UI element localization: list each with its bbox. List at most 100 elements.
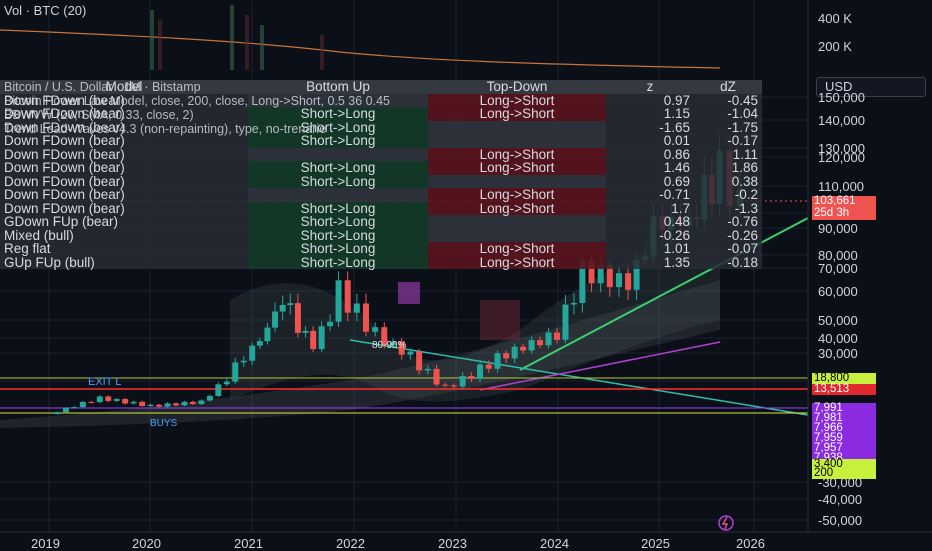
candle-body — [511, 346, 518, 359]
candle-body — [485, 364, 492, 369]
candle-body — [294, 303, 301, 333]
year-tick-label: 2026 — [736, 536, 765, 551]
row-bottom-up: Short->Long — [248, 134, 428, 148]
row-bottom-up: Short->Long — [248, 242, 428, 256]
candle-body — [344, 280, 351, 313]
candle-body — [181, 401, 188, 406]
year-tick-label: 2024 — [540, 536, 569, 551]
candle-body — [335, 280, 342, 322]
row-model: Down FDown (bear) — [0, 188, 248, 202]
row-top-down: Long->Short — [428, 161, 606, 175]
candle-body — [433, 368, 440, 385]
candle-body — [88, 401, 95, 403]
table-row: Down FDown (bear) Short->Long 0.69 0.38 — [0, 174, 762, 188]
row-dz: -0.76 — [694, 215, 762, 229]
candle-body — [156, 404, 163, 407]
candle-body — [537, 340, 544, 346]
row-model: GDown FUp (bear) — [0, 215, 248, 229]
candle-body — [105, 396, 112, 401]
candle-body — [310, 330, 317, 350]
candle-body — [96, 396, 103, 403]
price-tick-label: 70,000 — [818, 261, 858, 276]
candle-body — [416, 351, 423, 371]
row-top-down — [428, 174, 606, 188]
year-tick-label: 2020 — [132, 536, 161, 551]
candle-body — [139, 401, 146, 406]
candle-body — [528, 340, 535, 351]
candle-body — [625, 273, 632, 290]
row-bottom-up: Short->Long — [248, 161, 428, 175]
candle-body — [232, 362, 239, 382]
annotation-buys: BUYS — [150, 418, 178, 429]
row-bottom-up: Short->Long — [248, 201, 428, 215]
candle-body — [554, 332, 560, 340]
row-bottom-up — [248, 147, 428, 161]
level-price-tag: 200 — [812, 467, 876, 479]
table-row: GDown FUp (bear) Short->Long 0.48 -0.76 — [0, 215, 762, 229]
candle-body — [318, 326, 325, 350]
candle-body — [520, 346, 527, 351]
row-z: 1.01 — [606, 242, 694, 256]
indicator-bbwvw: BBWVW (20, SMA, 0.33, close, 2) — [4, 108, 194, 122]
candle-body — [494, 353, 501, 369]
candle-body — [189, 401, 196, 405]
row-z: 0.97 — [606, 93, 694, 107]
level-price-tag: 13,513 — [812, 383, 876, 395]
row-bottom-up: Short->Long — [248, 228, 428, 242]
candle-body — [407, 351, 414, 355]
year-tick-label: 2019 — [31, 536, 60, 551]
row-z: 0.69 — [606, 174, 694, 188]
candle-body — [272, 311, 279, 328]
candle-body — [79, 401, 86, 408]
candle-body — [442, 384, 449, 386]
row-z: 0.86 — [606, 147, 694, 161]
row-model: Down FDown (bear) — [0, 134, 248, 148]
row-dz: -0.45 — [694, 93, 762, 107]
row-dz: -0.26 — [694, 228, 762, 242]
row-model: Mixed (bull) — [0, 228, 248, 242]
price-tick-label: 60,000 — [818, 284, 858, 299]
price-tick-label: 40,000 — [818, 331, 858, 346]
annotation-exit-long: EXIT L — [88, 376, 122, 388]
candle-body — [256, 341, 263, 346]
row-z: 0.01 — [606, 134, 694, 148]
table-row: Mixed (bull) Short->Long -0.26 -0.26 — [0, 228, 762, 242]
candle-body — [130, 401, 137, 404]
row-dz: -0.17 — [694, 134, 762, 148]
row-z: -0.26 — [606, 228, 694, 242]
row-top-down: Long->Short — [428, 242, 606, 256]
price-tick-label: -40,000 — [818, 492, 863, 507]
row-top-down — [428, 228, 606, 242]
candle-body — [372, 327, 379, 332]
year-tick-label: 2021 — [234, 536, 263, 551]
row-model: Reg flat — [0, 242, 248, 256]
row-z: 1.46 — [606, 161, 694, 175]
candle-body — [206, 395, 213, 401]
volume-tick-400k: 400 K — [818, 11, 852, 26]
purple-zone — [398, 282, 420, 304]
indicator-power-law: Bitcoin Power Law Model, close, 200, clo… — [4, 94, 390, 108]
candle-body — [459, 375, 466, 387]
indicator-trend-waves: Trend Lead-Waves v4.3 (non-repainting), … — [4, 122, 327, 136]
candle-body — [570, 302, 577, 305]
candle-body — [164, 403, 171, 407]
price-tick-label: 110,000 — [818, 179, 865, 194]
candle-body — [249, 345, 256, 361]
row-bottom-up: Short->Long — [248, 255, 428, 269]
candle-body — [62, 407, 69, 413]
row-top-down — [428, 215, 606, 229]
candle-body — [353, 303, 360, 313]
countdown-tag: 25d 3h — [812, 207, 876, 220]
row-bottom-up: Short->Long — [248, 174, 428, 188]
row-model: Down FDown (bear) — [0, 147, 248, 161]
candle-body — [545, 332, 552, 346]
candle-body — [287, 303, 294, 305]
col-header-dz: dZ — [694, 80, 762, 94]
row-z: 1.15 — [606, 107, 694, 121]
table-row: Down FDown (bear) Short->Long Long->Short 1… — [0, 161, 762, 175]
candle-body — [122, 399, 129, 404]
annotation-pct-band: 80-90% — [372, 340, 407, 351]
candle-body — [615, 273, 622, 288]
row-model: Down FDown (bear) — [0, 201, 248, 215]
year-tick-label: 2025 — [641, 536, 670, 551]
